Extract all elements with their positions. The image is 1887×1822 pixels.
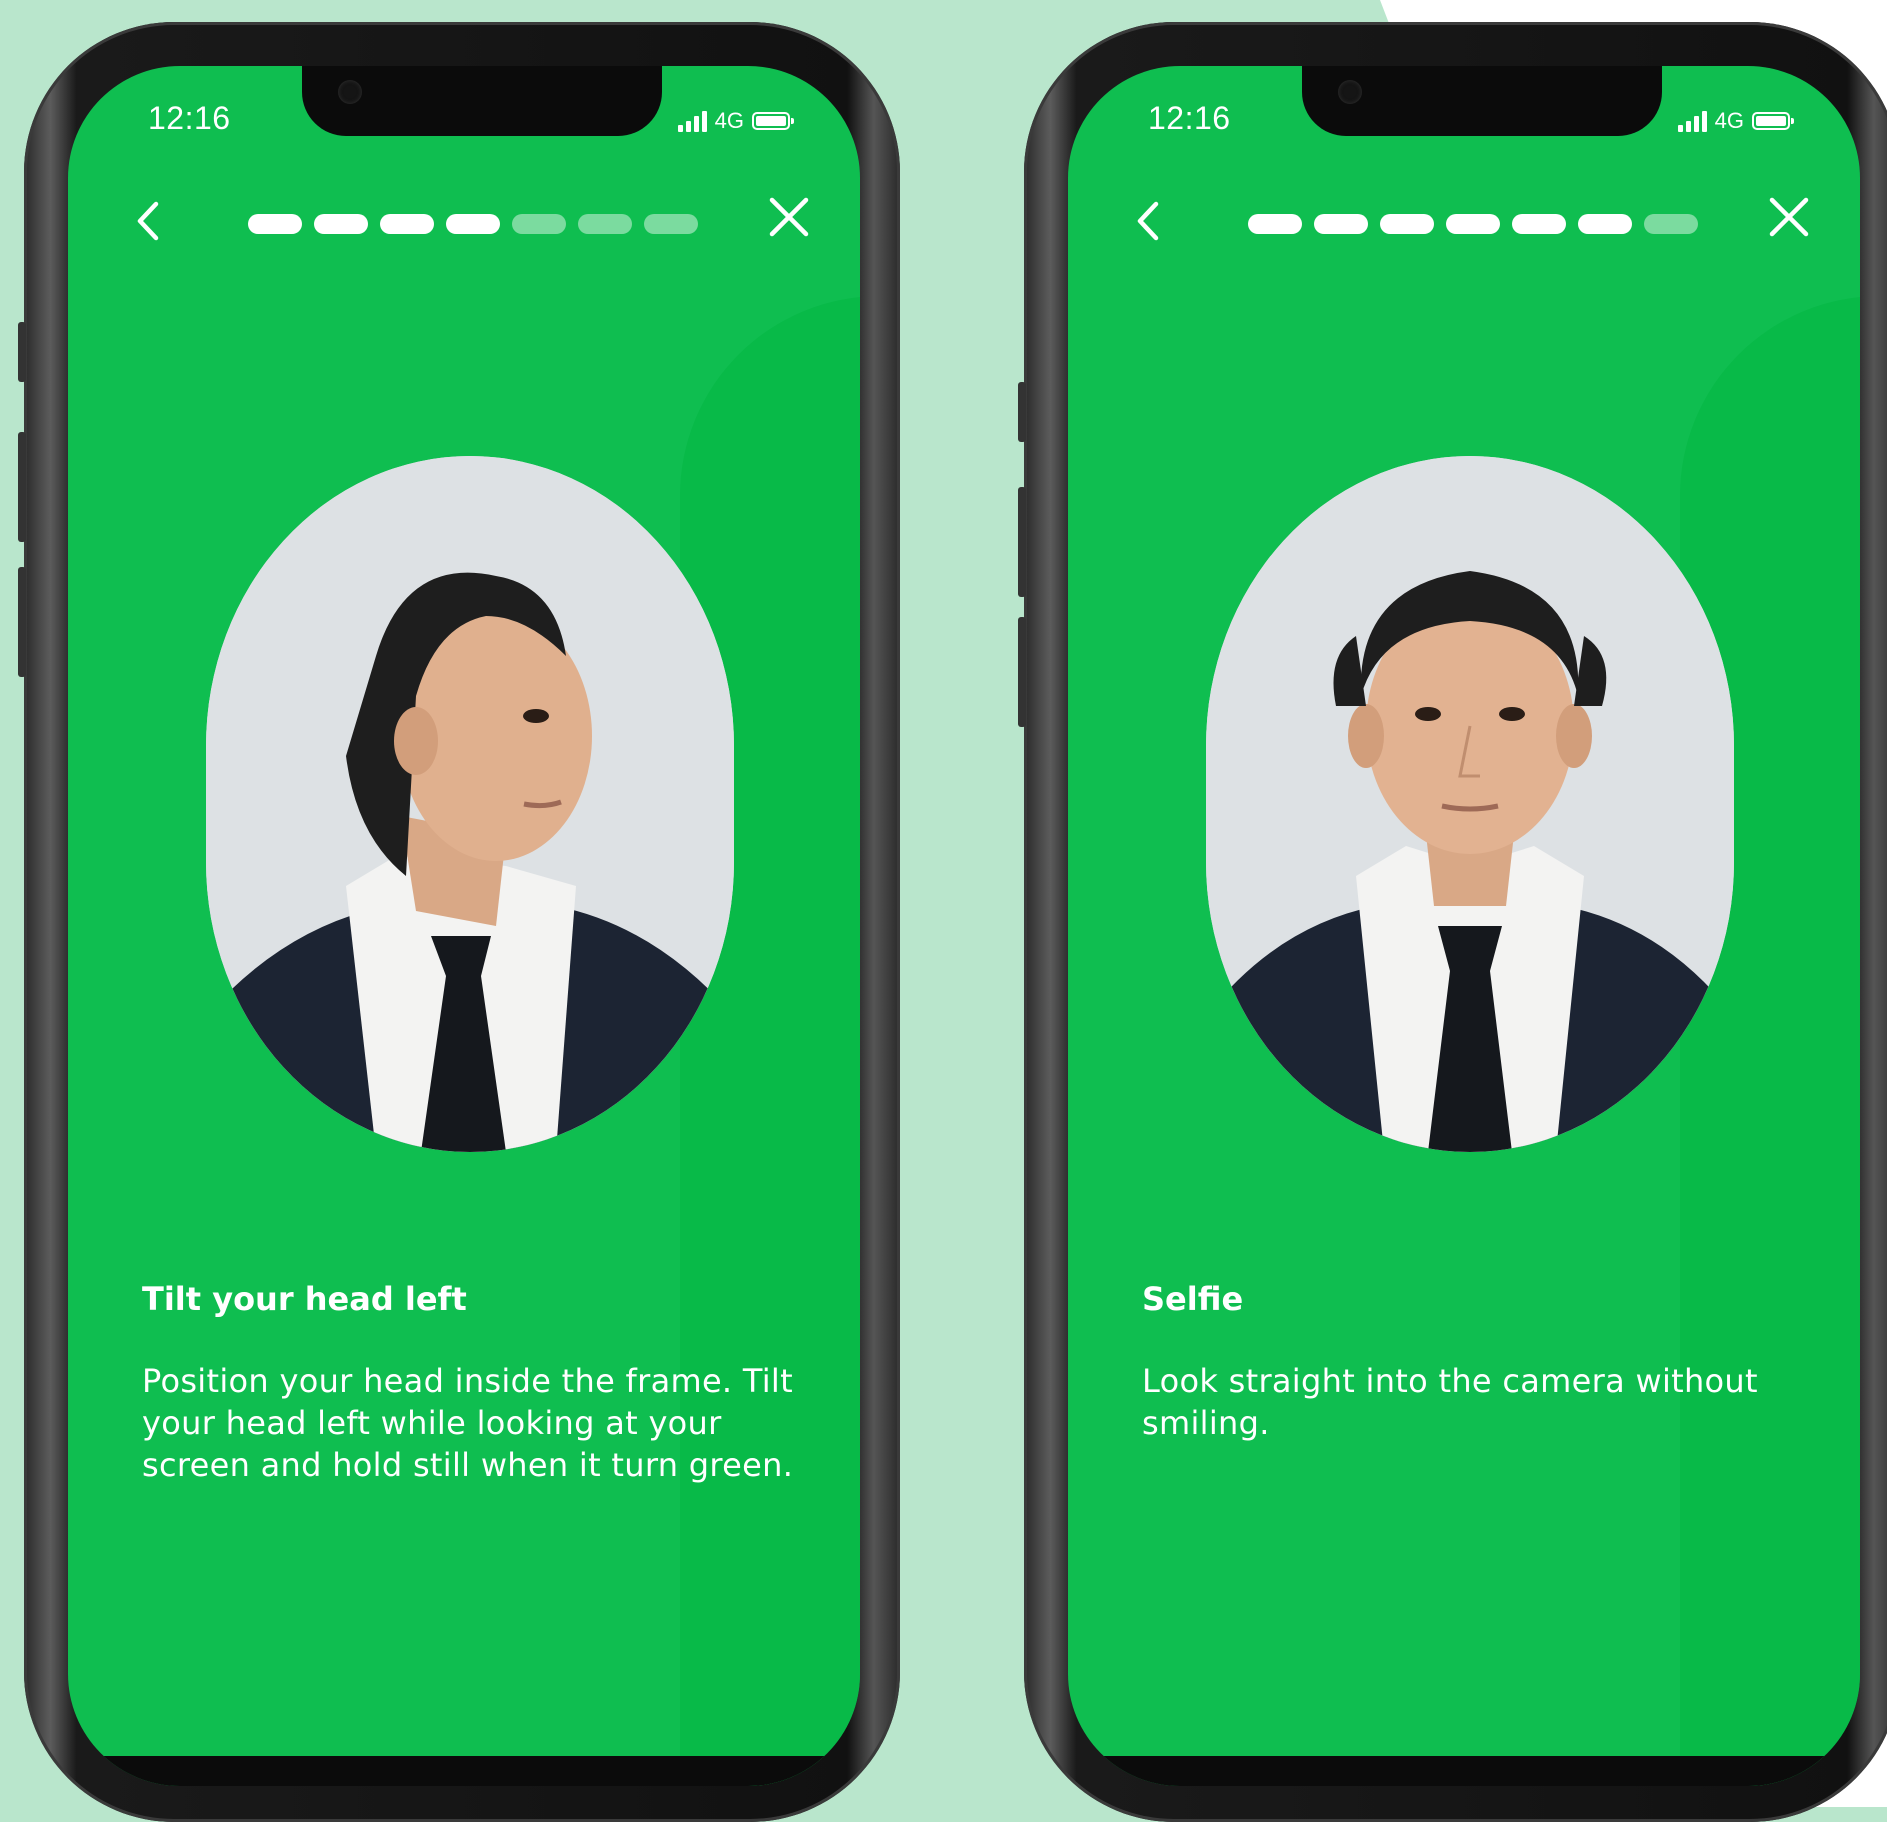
- status-indicators: 4G: [677, 108, 794, 134]
- progress-step: [1512, 214, 1566, 234]
- progress-step: [512, 214, 566, 234]
- phone-bezel-bottom: [68, 1756, 860, 1786]
- network-label: 4G: [1714, 108, 1744, 133]
- progress-indicator: [248, 214, 698, 234]
- progress-step: [1248, 214, 1302, 234]
- phone-side-button: [18, 567, 26, 677]
- phone-notch: [1302, 66, 1662, 136]
- phone-side-button: [18, 432, 26, 542]
- progress-step: [1380, 214, 1434, 234]
- phone-notch: [302, 66, 662, 136]
- progress-step: [248, 214, 302, 234]
- step-instructions: Look straight into the camera without sm…: [1142, 1362, 1758, 1442]
- status-time: 12:16: [148, 100, 231, 136]
- step-instructions: Position your head inside the frame. Til…: [142, 1362, 794, 1484]
- progress-step: [380, 214, 434, 234]
- progress-step: [446, 214, 500, 234]
- phone-side-button: [1018, 487, 1026, 597]
- person-photo: [206, 456, 734, 1152]
- selfie-photo-frame: [206, 456, 734, 1152]
- back-button[interactable]: [1128, 196, 1168, 246]
- app-screen: 12:16 4G: [68, 66, 860, 1786]
- chevron-left-icon: [137, 201, 159, 241]
- chevron-left-icon: [1137, 201, 1159, 241]
- progress-indicator: [1248, 214, 1698, 234]
- front-camera-icon: [338, 80, 362, 104]
- back-button[interactable]: [128, 196, 168, 246]
- close-icon: [1769, 197, 1809, 237]
- app-screen: 12:16 4G: [1068, 66, 1860, 1786]
- progress-step: [578, 214, 632, 234]
- step-title: Tilt your head left: [142, 1280, 467, 1318]
- phone-side-button: [1018, 382, 1026, 442]
- selfie-photo-frame: [1206, 456, 1734, 1152]
- progress-step: [644, 214, 698, 234]
- progress-step: [1578, 214, 1632, 234]
- signal-icon: [1677, 110, 1707, 132]
- close-button[interactable]: [766, 194, 812, 240]
- person-photo: [1206, 456, 1734, 1152]
- phone-side-button: [1018, 617, 1026, 727]
- step-title: Selfie: [1142, 1280, 1244, 1318]
- battery-icon: [752, 112, 794, 130]
- battery-icon: [1752, 112, 1794, 130]
- phone-right: 12:16 4G Selfie Look straight into the c…: [1018, 22, 1887, 1822]
- close-icon: [769, 197, 809, 237]
- progress-step: [1314, 214, 1368, 234]
- progress-step: [1644, 214, 1698, 234]
- phone-bezel-bottom: [1068, 1756, 1860, 1786]
- network-label: 4G: [714, 108, 744, 133]
- progress-step: [1446, 214, 1500, 234]
- status-indicators: 4G: [1677, 108, 1794, 134]
- status-time: 12:16: [1148, 100, 1231, 136]
- phone-side-button: [18, 322, 26, 382]
- signal-icon: [677, 110, 707, 132]
- progress-step: [314, 214, 368, 234]
- phone-left: 12:16 4G Tilt your head left Position yo…: [18, 22, 900, 1822]
- close-button[interactable]: [1766, 194, 1812, 240]
- front-camera-icon: [1338, 80, 1362, 104]
